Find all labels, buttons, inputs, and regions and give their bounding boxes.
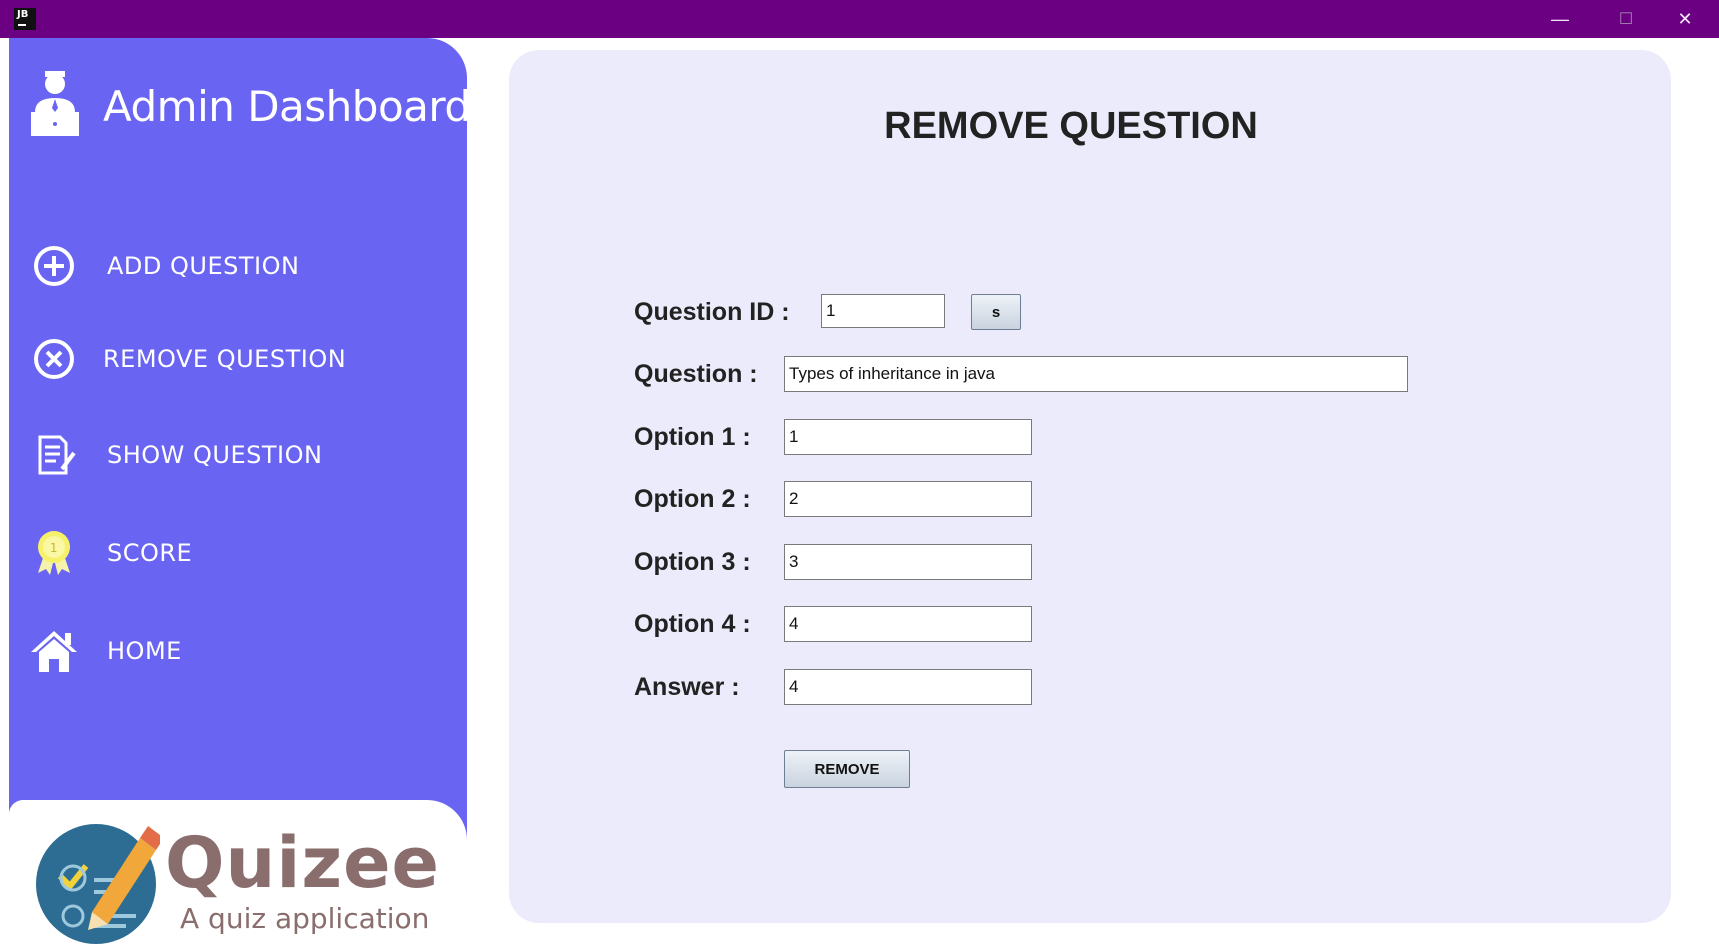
remove-circle-icon [29, 334, 79, 384]
remove-question-panel: REMOVE QUESTION Question ID : s Question… [509, 50, 1671, 923]
admin-avatar-icon [27, 68, 83, 138]
answer-field[interactable] [784, 669, 1032, 705]
maximize-button[interactable]: ☐ [1597, 0, 1655, 38]
question-label: Question : [634, 360, 758, 388]
minimize-button[interactable]: — [1531, 0, 1589, 38]
sidebar-item-label: REMOVE QUESTION [103, 345, 347, 373]
option4-label: Option 4 : [634, 610, 751, 638]
sidebar-item-show-question[interactable]: SHOW QUESTION [29, 427, 322, 483]
sidebar-item-label: SHOW QUESTION [107, 441, 323, 469]
app-icon: JB [14, 8, 36, 30]
option4-field[interactable] [784, 606, 1032, 642]
home-icon [29, 626, 79, 676]
option2-field[interactable] [784, 481, 1032, 517]
sidebar-item-add-question[interactable]: ADD QUESTION [29, 238, 299, 294]
quiz-logo-icon [36, 820, 164, 949]
option1-field[interactable] [784, 419, 1032, 455]
add-circle-icon [29, 241, 79, 291]
page-title: REMOVE QUESTION [884, 105, 1258, 147]
medal-icon: 1 [29, 528, 79, 578]
close-button[interactable]: ✕ [1656, 0, 1714, 38]
remove-button[interactable]: REMOVE [784, 750, 910, 788]
option3-field[interactable] [784, 544, 1032, 580]
option1-label: Option 1 : [634, 423, 751, 451]
sidebar-item-remove-question[interactable]: REMOVE QUESTION [29, 331, 346, 387]
sidebar-item-home[interactable]: HOME [29, 623, 182, 679]
svg-text:1: 1 [50, 541, 58, 555]
logo-tagline: A quiz application [180, 902, 430, 935]
sidebar-item-score[interactable]: 1 SCORE [29, 525, 192, 581]
sidebar-item-label: HOME [107, 637, 182, 665]
search-button[interactable]: s [971, 294, 1021, 330]
sidebar-item-label: ADD QUESTION [107, 252, 300, 280]
window-titlebar: JB — ☐ ✕ [0, 0, 1719, 38]
question-field[interactable] [784, 356, 1408, 392]
document-edit-icon [29, 430, 79, 480]
logo-name: Quizee [165, 822, 441, 904]
option3-label: Option 3 : [634, 548, 751, 576]
question-id-field[interactable] [821, 294, 945, 328]
answer-label: Answer : [634, 673, 740, 701]
option2-label: Option 2 : [634, 485, 751, 513]
sidebar-item-label: SCORE [107, 539, 193, 567]
dashboard-title: Admin Dashboard [103, 82, 471, 131]
question-id-label: Question ID : [634, 298, 790, 326]
